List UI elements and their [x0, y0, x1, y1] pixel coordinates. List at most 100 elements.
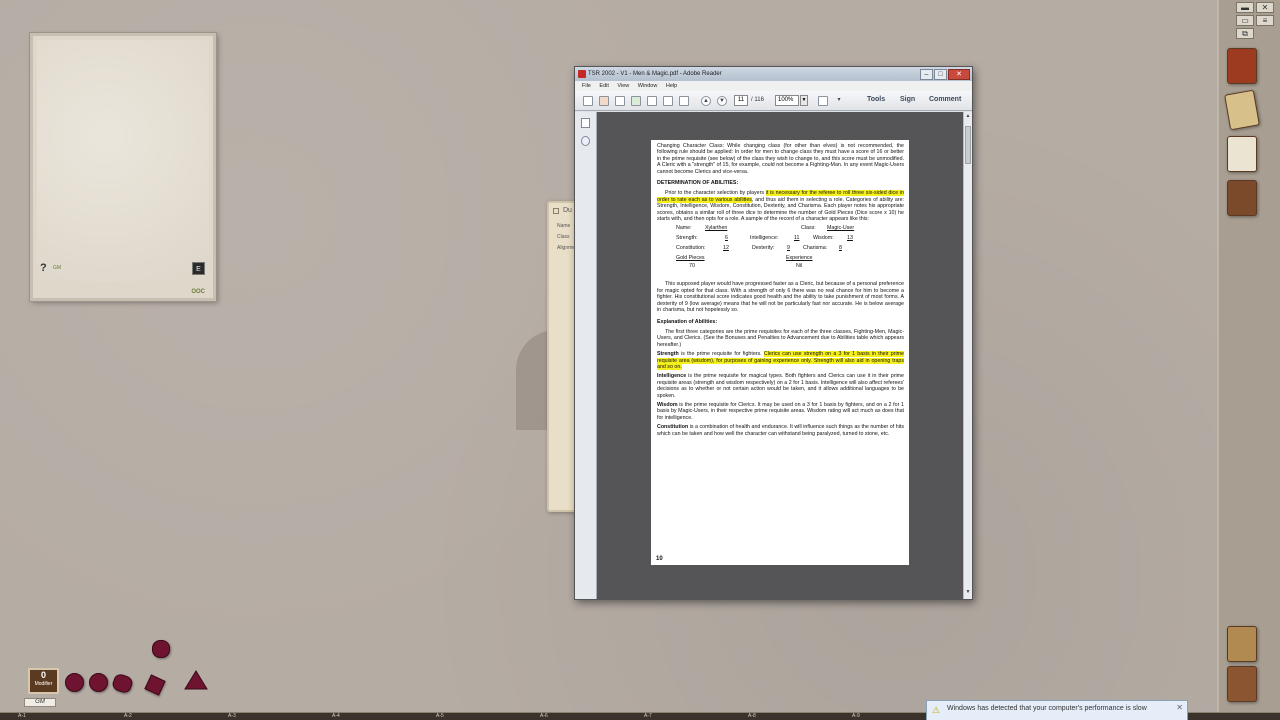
edit-icon[interactable]	[615, 96, 625, 106]
email-icon[interactable]	[679, 96, 689, 106]
app-window-controls: ▬ ✕ ▭ ≡ ⧉	[1236, 2, 1276, 40]
reader-toolbar: ▲ ▼ 11 / 116 100% ▼ ▾ Tools Sign Comment	[575, 91, 972, 111]
character-sheet-window[interactable]: Du Name Class Alignme	[547, 201, 577, 512]
zoom-dropdown-icon[interactable]: ▼	[800, 95, 808, 106]
field-class-label: Class	[557, 234, 570, 240]
fit-page-icon[interactable]	[818, 96, 828, 106]
d8-die-icon[interactable]	[110, 672, 135, 695]
paragraph-supposed-player: This supposed player would have progress…	[657, 281, 904, 314]
ruler-mark: A-7	[644, 713, 652, 719]
next-page-icon[interactable]: ▼	[717, 96, 727, 106]
pdf-icon[interactable]	[599, 96, 609, 106]
close-button[interactable]: ✕	[948, 69, 970, 80]
scroll-up-icon[interactable]: ▲	[964, 113, 972, 122]
ruler-mark: A-8	[748, 713, 756, 719]
more-tools-icon[interactable]: ▾	[834, 96, 844, 106]
page-total: / 116	[751, 97, 764, 103]
previous-page-icon[interactable]: ▲	[701, 96, 711, 106]
maximize-icon[interactable]: ▭	[1236, 15, 1254, 26]
modifier-value: 0	[40, 670, 46, 680]
d20-die-icon[interactable]	[184, 670, 208, 690]
paragraph-intelligence: Intelligence is the prime requisite for …	[657, 373, 904, 399]
save-icon[interactable]	[647, 96, 657, 106]
right-sidebar: ▬ ✕ ▭ ≡ ⧉	[1217, 0, 1280, 712]
maximize-button[interactable]: □	[934, 69, 947, 80]
library-icon[interactable]	[1227, 626, 1257, 662]
reader-window-title: TSR 2002 - V1 - Men & Magic.pdf - Adobe …	[588, 71, 722, 77]
paragraph-strength: Strength is the prime requisite for figh…	[657, 351, 904, 370]
adobe-reader-window[interactable]: TSR 2002 - V1 - Men & Magic.pdf - Adobe …	[574, 66, 973, 600]
reader-menubar: File Edit View Window Help	[575, 81, 972, 91]
page-thumbnails-icon[interactable]	[581, 118, 590, 128]
pdf-page: Changing Character Class: While changing…	[651, 140, 909, 565]
paragraph-prior-selection: Prior to the character selection by play…	[657, 190, 904, 223]
vertical-scrollbar[interactable]: ▲ ▼	[963, 112, 972, 599]
ruler-mark: A-5	[436, 713, 444, 719]
ruler-mark: A-1	[18, 713, 26, 719]
modifier-box[interactable]: 0 Modifier	[28, 668, 59, 694]
ooc-label[interactable]: OOC	[191, 289, 205, 295]
tokens-icon[interactable]	[1227, 666, 1257, 702]
menu-file[interactable]: File	[582, 83, 591, 89]
adobe-reader-icon	[578, 70, 586, 78]
reader-titlebar[interactable]: TSR 2002 - V1 - Men & Magic.pdf - Adobe …	[575, 67, 972, 81]
d4-die-icon[interactable]	[65, 673, 84, 692]
ruler-mark: A-4	[332, 713, 340, 719]
ruler-mark: A-9	[852, 713, 860, 719]
character-icon[interactable]	[1227, 136, 1257, 172]
gm-identity-label: GM	[53, 265, 62, 271]
create-pdf-icon[interactable]	[583, 96, 593, 106]
help-icon[interactable]: ?	[40, 262, 47, 274]
sample-character-record: Name: Xylarthen Class: Magic-User Streng…	[676, 225, 855, 270]
attachments-icon[interactable]	[581, 136, 590, 146]
ruler-mark: A-2	[124, 713, 132, 719]
minimize-button[interactable]: –	[920, 69, 933, 80]
notification-message: Windows has detected that your computer'…	[947, 705, 1147, 712]
menu-window[interactable]: Window	[638, 83, 658, 89]
windows-performance-notification[interactable]: ⚠ Windows has detected that your compute…	[926, 700, 1188, 720]
ruler-mark: A-6	[540, 713, 548, 719]
d6-die-icon[interactable]	[89, 673, 108, 692]
tools-button[interactable]: Tools	[867, 96, 885, 103]
paragraph-changing-class: Changing Character Class: While changing…	[657, 143, 904, 175]
options-icon[interactable]: ≡	[1256, 15, 1274, 26]
portrait-icon[interactable]	[1227, 180, 1257, 216]
minimize-icon[interactable]: ▬	[1236, 2, 1254, 13]
print-icon[interactable]	[663, 96, 673, 106]
document-viewport[interactable]: Changing Character Class: While changing…	[597, 112, 964, 599]
scroll-down-icon[interactable]: ▼	[964, 589, 972, 598]
character-sheet-title: Du	[563, 207, 572, 214]
sheet-checkbox-icon[interactable]	[553, 208, 559, 214]
spellbook-icon[interactable]	[1227, 48, 1257, 84]
gm-badge: GM	[24, 698, 56, 707]
notes-text-area[interactable]	[37, 40, 209, 282]
field-name-label: Name	[557, 223, 571, 229]
zoom-input[interactable]: 100%	[775, 95, 799, 106]
paragraph-constitution: Constitution is a combination of health …	[657, 424, 904, 437]
notes-lock-button[interactable]: E	[192, 262, 205, 275]
paragraph-first-three: The first three categories are the prime…	[657, 328, 904, 348]
sign-button[interactable]: Sign	[900, 96, 915, 103]
d10-die-icon[interactable]	[144, 674, 166, 696]
paragraph-wisdom: Wisdom is the prime requisite for Cleric…	[657, 401, 904, 421]
warning-icon: ⚠	[932, 705, 941, 715]
navigation-pane	[575, 112, 597, 599]
heading-determination: DETERMINATION OF ABILITIES:	[657, 180, 739, 187]
modifier-label: Modifier	[34, 681, 53, 687]
share-icon[interactable]	[631, 96, 641, 106]
heading-explanation: Explanation of Abilities:	[657, 318, 718, 325]
close-icon[interactable]: ✕	[1256, 2, 1274, 13]
reader-window-buttons: – □ ✕	[919, 68, 970, 80]
d12-die-icon[interactable]	[152, 640, 170, 658]
map-icon[interactable]	[1224, 89, 1260, 131]
menu-view[interactable]: View	[617, 83, 629, 89]
menu-edit[interactable]: Edit	[599, 83, 608, 89]
restore-icon[interactable]: ⧉	[1236, 28, 1254, 39]
scroll-thumb[interactable]	[965, 126, 971, 164]
comment-button[interactable]: Comment	[929, 96, 961, 103]
close-icon[interactable]: ✕	[1176, 703, 1183, 712]
page-number-input[interactable]: 11	[734, 95, 748, 106]
field-alignment-label: Alignme	[557, 245, 576, 251]
menu-help[interactable]: Help	[666, 83, 677, 89]
notes-panel[interactable]: ? GM E OOC	[30, 33, 216, 301]
